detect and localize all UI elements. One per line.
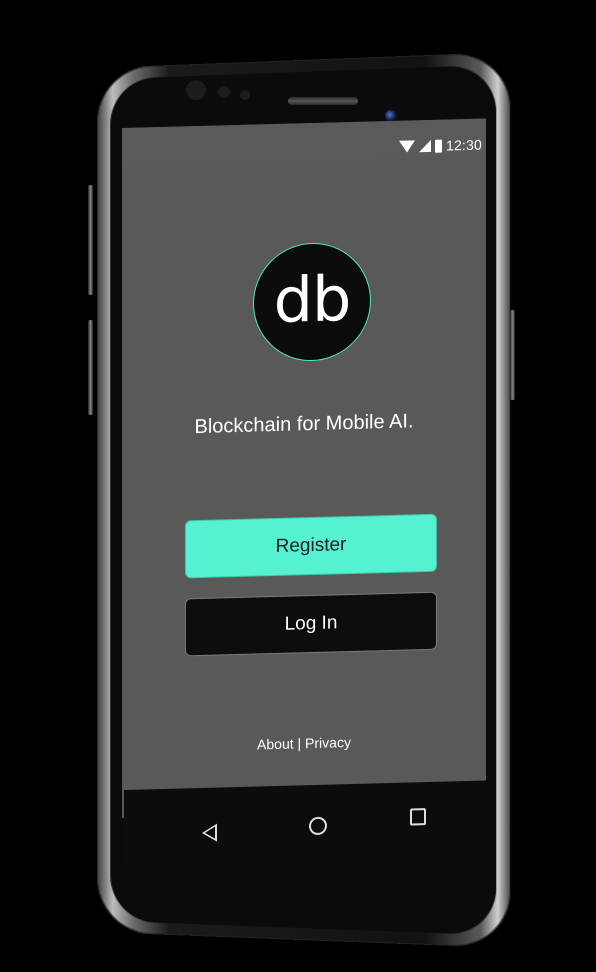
tagline: Blockchain for Mobile AI. — [194, 410, 414, 439]
logo-text: db — [273, 261, 351, 337]
sensor-icon — [240, 90, 250, 100]
signal-icon — [418, 139, 431, 153]
recents-icon[interactable] — [410, 808, 426, 826]
footer-links: About | Privacy — [122, 730, 486, 756]
back-icon[interactable] — [202, 823, 217, 842]
battery-icon — [434, 139, 442, 153]
sensor-icon — [186, 80, 206, 100]
login-button[interactable]: Log In — [185, 591, 437, 657]
app-logo: db — [253, 241, 371, 363]
mockup-stage: 12:30 db Blockchain for Mobile AI. Regis… — [0, 0, 596, 972]
wifi-icon — [398, 140, 415, 153]
privacy-link[interactable]: Privacy — [305, 734, 351, 751]
status-bar: 12:30 — [122, 118, 486, 166]
footer-separator: | — [297, 735, 302, 752]
earpiece-speaker — [288, 97, 358, 105]
home-icon[interactable] — [309, 816, 327, 836]
volume-down-button — [88, 320, 93, 415]
volume-up-button — [88, 185, 93, 295]
app-screen: 12:30 db Blockchain for Mobile AI. Regis… — [122, 118, 486, 818]
sensor-icon — [218, 86, 230, 98]
navigation-bar — [124, 780, 486, 868]
power-button — [510, 310, 515, 400]
register-button[interactable]: Register — [185, 513, 437, 579]
about-link[interactable]: About — [257, 736, 294, 753]
status-icons: 12:30 — [398, 136, 482, 155]
status-time: 12:30 — [445, 136, 482, 154]
